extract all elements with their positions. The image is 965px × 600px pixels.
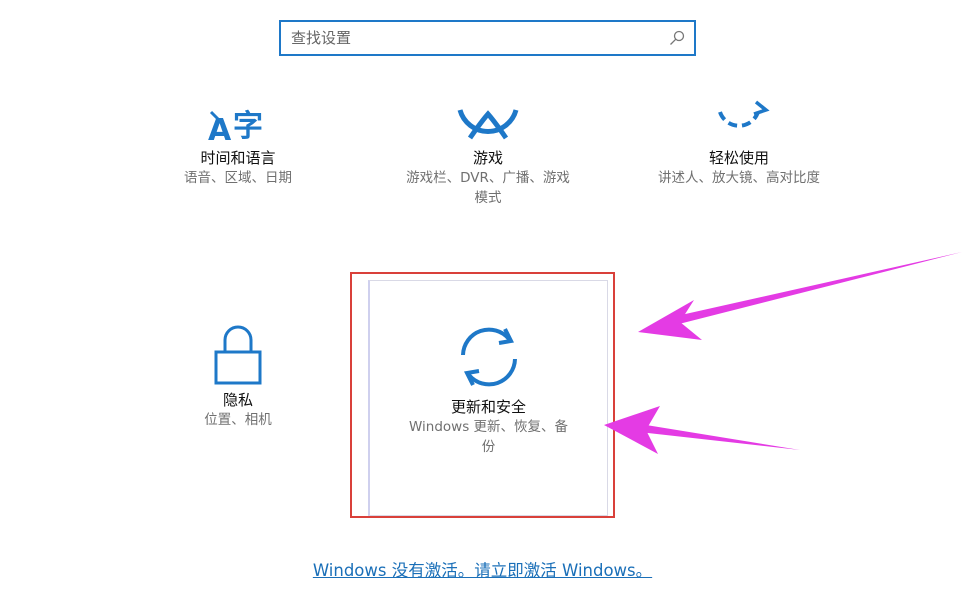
search-input[interactable]: [291, 26, 661, 50]
tile-title: 游戏: [472, 149, 503, 167]
xbox-icon: [457, 109, 519, 140]
tile-time-language[interactable]: A 字 时间和语言 语音、区域、日期: [150, 100, 326, 188]
tile-title: 轻松使用: [708, 149, 769, 167]
tile-title: 更新和安全: [450, 398, 526, 416]
tile-description: 位置、相机: [204, 412, 272, 428]
svg-text:字: 字: [233, 109, 263, 144]
ease-of-access-icon: [718, 100, 770, 128]
search-box[interactable]: [279, 20, 696, 56]
tile-description: 语音、区域、日期: [184, 170, 292, 186]
pointer-arrow-upper: [638, 252, 962, 340]
tile-gaming[interactable]: 游戏 游戏栏、DVR、广播、游戏 模式: [388, 100, 588, 208]
pointer-arrow-lower: [604, 406, 800, 454]
tile-privacy[interactable]: 隐私 位置、相机: [150, 320, 326, 430]
tile-description: 游戏栏、DVR、广播、游戏: [406, 170, 570, 186]
tile-description: Windows 更新、恢复、备: [408, 419, 569, 435]
search-icon[interactable]: [669, 30, 685, 46]
lock-icon: [214, 325, 262, 385]
svg-text:A: A: [208, 113, 232, 148]
tile-description-cont: 模式: [474, 190, 502, 206]
tile-ease-of-access[interactable]: 轻松使用 讲述人、放大镜、高对比度: [630, 100, 848, 188]
activation-link[interactable]: Windows 没有激活。请立即激活 Windows。: [0, 557, 965, 581]
tile-description-cont: 份: [481, 439, 496, 455]
tile-title: 时间和语言: [200, 149, 276, 167]
time-language-icon: A 字: [208, 109, 263, 148]
tile-description: 讲述人、放大镜、高对比度: [658, 170, 820, 186]
tile-update-security[interactable]: 更新和安全 Windows 更新、恢复、备 份: [368, 280, 608, 516]
sync-icon: [460, 327, 517, 387]
tile-title: 隐私: [222, 391, 253, 409]
